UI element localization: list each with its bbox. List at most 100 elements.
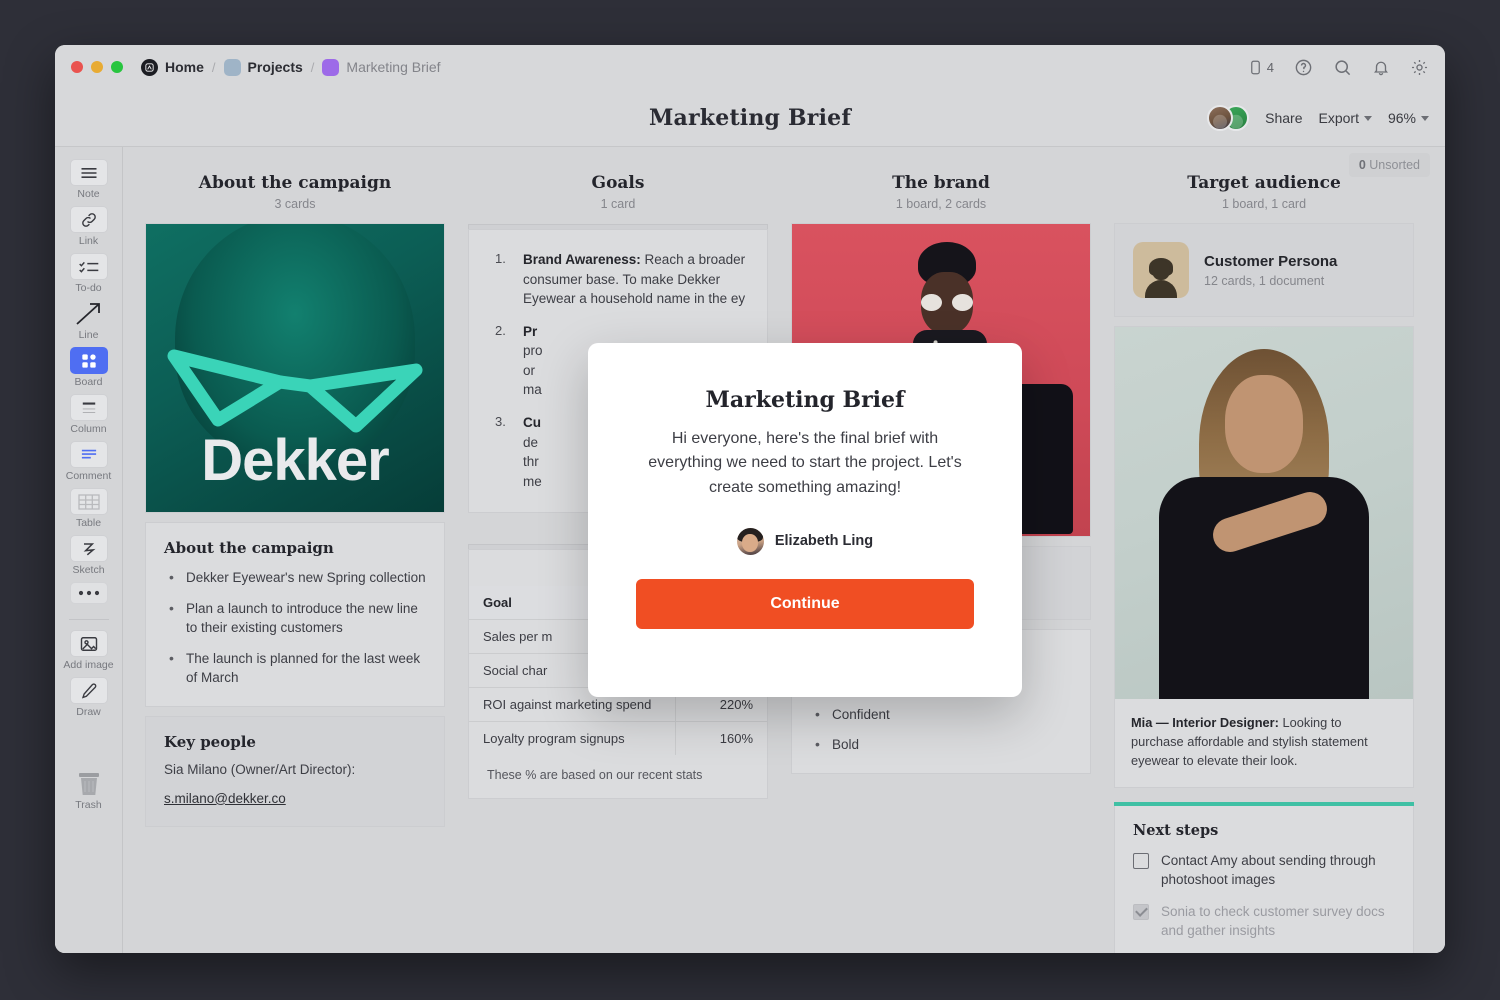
checkbox-unchecked-icon[interactable] xyxy=(1133,852,1149,869)
list-item: Brand Awareness: Reach a broader consume… xyxy=(487,250,749,309)
table-note: These % are based on our recent stats xyxy=(487,768,703,782)
sidebar-item-draw[interactable]: Draw xyxy=(59,677,119,718)
mobile-badge-count: 4 xyxy=(1266,59,1274,75)
settings-icon[interactable] xyxy=(1410,58,1429,77)
help-icon[interactable] xyxy=(1294,58,1313,77)
breadcrumb-item-marketing-brief[interactable]: Marketing Brief xyxy=(322,58,441,76)
sidebar-label-trash: Trash xyxy=(75,799,102,811)
line-arrow-icon xyxy=(70,300,108,327)
modal-author: Elizabeth Ling xyxy=(636,527,974,555)
notifications-icon[interactable] xyxy=(1372,58,1390,77)
todo-icon xyxy=(69,253,108,280)
sidebar-item-column[interactable]: Column xyxy=(59,394,119,435)
list-item: Plan a launch to introduce the new line … xyxy=(164,598,426,638)
collaborator-avatars[interactable] xyxy=(1207,105,1250,131)
sketch-icon xyxy=(69,535,108,562)
window-traffic-lights[interactable] xyxy=(71,61,123,73)
column-header: About the campaign 3 cards xyxy=(145,159,445,223)
mia-caption-lead: Mia — Interior Designer: xyxy=(1131,715,1279,730)
column-target-audience[interactable]: Target audience 1 board, 1 card Customer… xyxy=(1114,159,1414,953)
trash-icon xyxy=(70,770,108,797)
dekker-wordmark: Dekker xyxy=(201,428,389,493)
mia-portrait-photo xyxy=(1115,327,1413,699)
chevron-down-icon xyxy=(1421,115,1429,121)
breadcrumb-item-projects[interactable]: Projects xyxy=(223,58,303,76)
sidebar-item-more[interactable] xyxy=(59,582,119,604)
draw-pencil-icon xyxy=(69,677,108,704)
export-label: Export xyxy=(1318,110,1359,126)
sidebar-label-add-image: Add image xyxy=(63,659,114,671)
sidebar-item-sketch[interactable]: Sketch xyxy=(59,535,119,576)
column-header: The brand 1 board, 2 cards xyxy=(791,159,1091,223)
breadcrumb: Home / Projects / Marketing Brief xyxy=(141,58,441,76)
modal-title: Marketing Brief xyxy=(705,387,905,413)
column-subtitle: 3 cards xyxy=(274,197,316,211)
desktop-background: Home / Projects / Marketing Brief 4 Mark… xyxy=(0,0,1500,1000)
card-next-steps[interactable]: Next steps Contact Amy about sending thr… xyxy=(1114,805,1414,953)
minimize-window-button[interactable] xyxy=(91,61,103,73)
next-steps-title: Next steps xyxy=(1133,821,1219,839)
sidebar-item-board[interactable]: Board xyxy=(59,347,119,388)
sidebar-label-column: Column xyxy=(70,423,107,435)
next-steps-accent-bar: Next steps Contact Amy about sending thr… xyxy=(1114,801,1414,953)
column-title: Goals xyxy=(591,173,645,193)
sidebar-item-note[interactable]: Note xyxy=(59,159,119,200)
card-mia-persona[interactable]: Mia — Interior Designer: Looking to purc… xyxy=(1114,326,1414,788)
card-customer-persona[interactable]: Customer Persona 12 cards, 1 document xyxy=(1114,223,1414,317)
avatar xyxy=(736,527,764,555)
zoom-dropdown[interactable]: 96% xyxy=(1388,110,1429,126)
add-image-icon xyxy=(69,630,108,657)
sidebar-divider xyxy=(68,619,109,620)
column-icon xyxy=(69,394,108,421)
tool-sidebar: Note Link To-do Line Board Column Commen… xyxy=(55,147,123,953)
sidebar-item-table[interactable]: Table xyxy=(59,488,119,529)
search-icon[interactable] xyxy=(1333,58,1352,77)
key-people-email-link[interactable]: s.milano@dekker.co xyxy=(164,791,286,806)
card-key-people[interactable]: Key people Sia Milano (Owner/Art Directo… xyxy=(145,715,445,827)
mobile-icon[interactable]: 4 xyxy=(1248,58,1274,77)
next-step-item[interactable]: Contact Amy about sending through photos… xyxy=(1133,851,1395,890)
unsorted-badge[interactable]: 0 Unsorted xyxy=(1348,153,1430,177)
header-actions: Share Export 96% xyxy=(1207,89,1429,147)
person-avatar-icon xyxy=(1133,242,1189,298)
sidebar-item-todo[interactable]: To-do xyxy=(59,253,119,294)
goal-lead: Cu xyxy=(523,414,541,430)
campaign-bullet-list: Dekker Eyewear's new Spring collection P… xyxy=(164,567,426,688)
share-button[interactable]: Share xyxy=(1265,110,1302,126)
column-title: The brand xyxy=(892,173,990,193)
card-about-the-campaign[interactable]: About the campaign Dekker Eyewear's new … xyxy=(145,522,445,707)
table-cell-value: 160% xyxy=(674,721,767,755)
maximize-window-button[interactable] xyxy=(111,61,123,73)
close-window-button[interactable] xyxy=(71,61,83,73)
sidebar-item-link[interactable]: Link xyxy=(59,206,119,247)
sidebar-label-sketch: Sketch xyxy=(72,564,105,576)
modal-body-text: Hi everyone, here's the final brief with… xyxy=(648,430,962,496)
titlebar-actions: 4 xyxy=(1248,58,1429,77)
column-header: Goals 1 card xyxy=(468,159,768,223)
next-step-item[interactable]: Sonia to check customer survey docs and … xyxy=(1133,902,1395,941)
continue-button[interactable]: Continue xyxy=(636,578,974,629)
dekker-eyewear-photo: Dekker xyxy=(146,224,444,512)
link-icon xyxy=(69,206,108,233)
welcome-modal: Marketing Brief Hi everyone, here's the … xyxy=(588,343,1022,697)
sidebar-item-comment[interactable]: Comment xyxy=(59,441,119,482)
key-people-line: Sia Milano (Owner/Art Director): xyxy=(164,761,356,777)
sidebar-item-add-image[interactable]: Add image xyxy=(59,630,119,671)
mia-caption: Mia — Interior Designer: Looking to purc… xyxy=(1115,699,1413,787)
breadcrumb-item-home[interactable]: Home xyxy=(141,58,204,76)
table-row: Loyalty program signups 160% xyxy=(469,721,767,755)
sidebar-label-draw: Draw xyxy=(76,706,101,718)
sidebar-item-line[interactable]: Line xyxy=(59,300,119,341)
unsorted-count: 0 xyxy=(1358,158,1366,172)
list-item: Confident xyxy=(810,704,1072,725)
persona-subtitle: 12 cards, 1 document xyxy=(1204,273,1325,288)
export-dropdown[interactable]: Export xyxy=(1319,110,1372,126)
breadcrumb-label-marketing-brief: Marketing Brief xyxy=(346,59,441,75)
sidebar-item-trash[interactable]: Trash xyxy=(59,770,119,811)
card-campaign-image[interactable]: Dekker xyxy=(145,223,445,513)
blue-square-icon xyxy=(223,58,241,76)
sidebar-label-todo: To-do xyxy=(75,282,102,294)
column-about-the-campaign[interactable]: About the campaign 3 cards Dekker About … xyxy=(145,159,445,953)
home-icon xyxy=(141,58,158,76)
checkbox-checked-icon[interactable] xyxy=(1133,903,1149,920)
